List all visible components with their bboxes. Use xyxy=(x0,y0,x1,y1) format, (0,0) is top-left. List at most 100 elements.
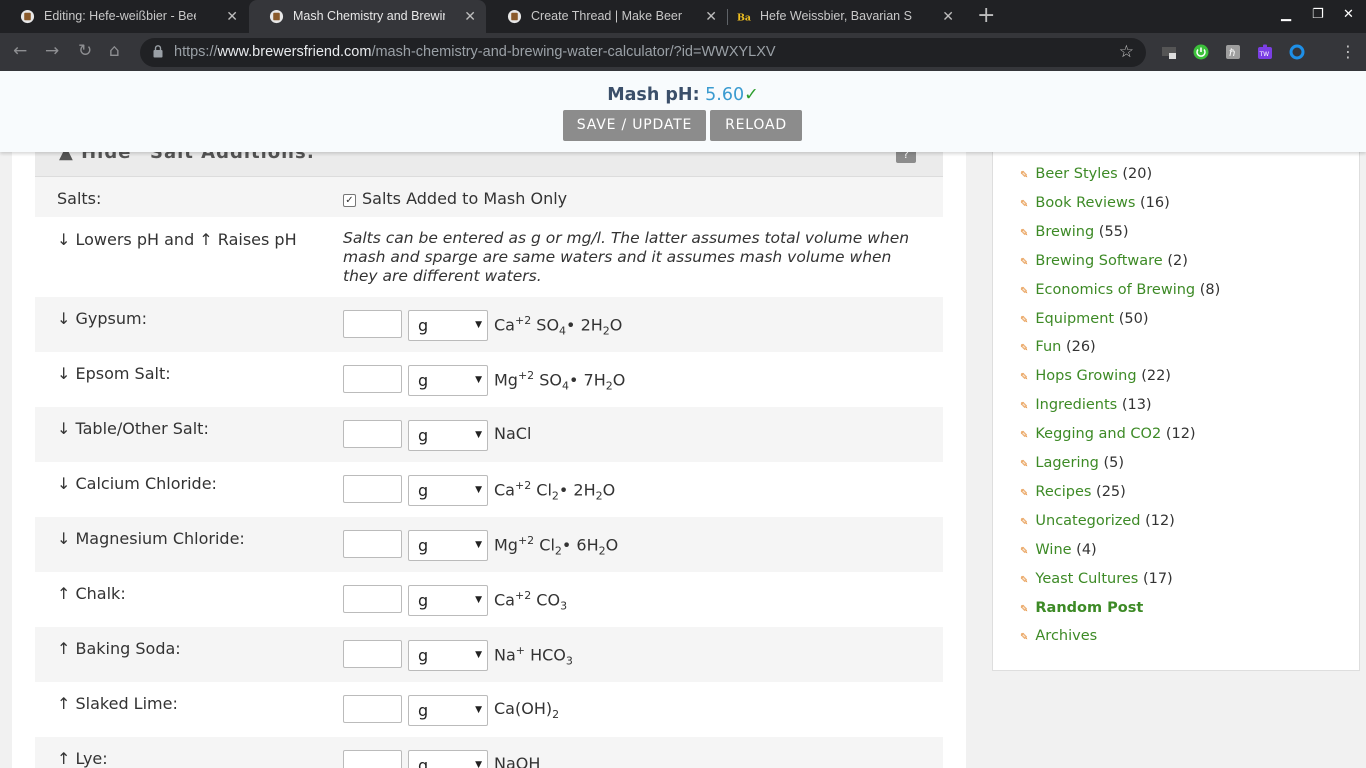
unit-select[interactable]: g ▼ xyxy=(408,750,488,768)
sidebar-category-link[interactable]: ✎ Random Post xyxy=(1020,600,1143,616)
bullet-icon: ✎ xyxy=(1020,257,1029,268)
beeradvocate-icon: Ba xyxy=(736,11,751,23)
salt-row: ↑ Baking Soda: g ▼ Na+ HCO3 xyxy=(35,627,943,682)
restore-icon[interactable]: ❐ xyxy=(1312,7,1324,22)
sidebar-category-link[interactable]: ✎ Beer Styles (20) xyxy=(1020,166,1152,182)
close-tab-icon[interactable]: ✕ xyxy=(226,0,238,32)
url-domain: www.brewersfriend.com xyxy=(217,44,372,60)
sidebar-category-link[interactable]: ✎ Archives xyxy=(1020,628,1097,644)
sidebar-category-link[interactable]: ✎ Equipment (50) xyxy=(1020,311,1148,327)
sidebar-category-link[interactable]: ✎ Book Reviews (16) xyxy=(1020,195,1170,211)
ph-direction-label: ↓ Lowers pH and ↑ Raises pH xyxy=(57,230,297,249)
sidebar-category-link[interactable]: ✎ Uncategorized (12) xyxy=(1020,513,1175,529)
formula-part: • 7H xyxy=(569,370,606,390)
close-tab-icon[interactable]: ✕ xyxy=(464,0,476,32)
category-count: (26) xyxy=(1065,339,1096,355)
formula-part: Mg xyxy=(494,370,518,390)
reload-button[interactable]: RELOAD xyxy=(710,110,802,141)
unit-select[interactable]: g ▼ xyxy=(408,585,488,616)
sidebar-category-link[interactable]: ✎ Hops Growing (22) xyxy=(1020,368,1171,384)
back-icon[interactable]: ← xyxy=(13,41,27,61)
info-row: ↓ Lowers pH and ↑ Raises pH Salts can be… xyxy=(35,217,943,297)
unit-value: g xyxy=(418,316,429,335)
salt-row: ↓ Gypsum: g ▼ Ca+2 SO4• 2H2O xyxy=(35,297,943,352)
browser-menu-icon[interactable]: ⋮ xyxy=(1340,42,1356,61)
extension-icon[interactable] xyxy=(1161,44,1177,60)
sidebar-category-link[interactable]: ✎ Lagering (5) xyxy=(1020,455,1124,471)
sidebar-category-link[interactable]: ✎ Wine (4) xyxy=(1020,542,1097,558)
category-count: (8) xyxy=(1199,282,1221,298)
sidebar-category-link[interactable]: ✎ Kegging and CO2 (12) xyxy=(1020,426,1196,442)
chemical-formula: Ca+2 Cl2• 2H2O xyxy=(494,479,615,503)
salt-label: ↓ Gypsum: xyxy=(57,309,147,328)
chemical-formula: Ca+2 CO3 xyxy=(494,589,567,613)
mash-ph-readout: Mash pH: 5.60✓ xyxy=(0,85,1366,105)
checkbox-checked-icon[interactable]: ✓ xyxy=(343,194,356,207)
check-icon: ✓ xyxy=(744,85,759,105)
category-name: Archives xyxy=(1035,628,1098,644)
tab-beeradvocate[interactable]: Ba Hefe Weissbier, Bavarian Style | Beer… xyxy=(716,0,964,33)
salt-amount-input[interactable] xyxy=(343,585,402,613)
reload-icon[interactable]: ↻ xyxy=(78,41,92,61)
sidebar-category-link[interactable]: ✎ Economics of Brewing (8) xyxy=(1020,282,1220,298)
save-update-button[interactable]: SAVE / UPDATE xyxy=(563,110,706,141)
sidebar-category-link[interactable]: ✎ Fun (26) xyxy=(1020,339,1096,355)
salt-amount-input[interactable] xyxy=(343,750,402,768)
unit-select[interactable]: g ▼ xyxy=(408,530,488,561)
unit-select[interactable]: g ▼ xyxy=(408,640,488,671)
salt-amount-input[interactable] xyxy=(343,475,402,503)
unit-select[interactable]: g ▼ xyxy=(408,475,488,506)
sidebar-category-link[interactable]: ✎ Yeast Cultures (17) xyxy=(1020,571,1173,587)
category-count: (55) xyxy=(1098,224,1129,240)
salt-amount-input[interactable] xyxy=(343,530,402,558)
close-window-icon[interactable]: ✕ xyxy=(1343,7,1354,22)
blue-ring-extension-icon[interactable] xyxy=(1289,44,1305,60)
tab-create-thread[interactable]: Create Thread | Make Beer at Home ✕ xyxy=(487,0,727,33)
salt-amount-input[interactable] xyxy=(343,310,402,338)
close-tab-icon[interactable]: ✕ xyxy=(942,0,954,32)
minimize-icon[interactable]: ▁ xyxy=(1281,7,1291,22)
grey-extension-icon[interactable]: ℏ xyxy=(1225,44,1241,60)
sidebar-category-link[interactable]: ✎ Brewing Software (2) xyxy=(1020,253,1188,269)
formula-part: + xyxy=(515,644,525,657)
salt-amount-input[interactable] xyxy=(343,365,402,393)
sidebar-category-link[interactable]: ✎ Recipes (25) xyxy=(1020,484,1126,500)
category-count: (17) xyxy=(1142,571,1173,587)
home-icon[interactable]: ⌂ xyxy=(109,41,120,61)
bullet-icon: ✎ xyxy=(1020,459,1029,470)
dropdown-caret-icon: ▼ xyxy=(475,430,482,440)
beer-icon xyxy=(20,9,35,24)
sidebar-category-link[interactable]: ✎ Ingredients (13) xyxy=(1020,397,1152,413)
mash-ph-value: 5.60 xyxy=(705,85,745,105)
sidebar-category-link[interactable]: ✎ Brewing (55) xyxy=(1020,224,1129,240)
unit-select[interactable]: g ▼ xyxy=(408,695,488,726)
tab-mash-chemistry[interactable]: Mash Chemistry and Brewing Water Calcula… xyxy=(249,0,486,33)
bookmark-star-icon[interactable]: ☆ xyxy=(1119,42,1134,62)
bullet-icon: ✎ xyxy=(1020,199,1029,210)
beer-icon xyxy=(507,9,522,24)
new-tab-button[interactable]: + xyxy=(977,3,995,28)
address-bar[interactable]: https://www.brewersfriend.com/mash-chemi… xyxy=(140,38,1146,67)
salt-amount-input[interactable] xyxy=(343,695,402,723)
unit-value: g xyxy=(418,536,429,555)
formula-part: Ca(OH) xyxy=(494,699,553,718)
category-name: Equipment xyxy=(1035,311,1115,327)
salt-amount-input[interactable] xyxy=(343,640,402,668)
unit-select[interactable]: g ▼ xyxy=(408,420,488,451)
power-extension-icon[interactable] xyxy=(1193,44,1209,60)
tab-title: Mash Chemistry and Brewing Water Calcula… xyxy=(293,9,445,23)
category-count: (16) xyxy=(1140,195,1170,211)
category-count: (20) xyxy=(1122,166,1153,182)
category-count: (5) xyxy=(1103,455,1125,471)
salt-amount-input[interactable] xyxy=(343,420,402,448)
svg-text:ℏ: ℏ xyxy=(1229,48,1235,59)
unit-select[interactable]: g ▼ xyxy=(408,310,488,341)
forward-icon[interactable]: → xyxy=(45,41,59,61)
puzzle-extension-icon[interactable]: TW xyxy=(1257,44,1273,60)
salt-row: ↓ Calcium Chloride: g ▼ Ca+2 Cl2• 2H2O xyxy=(35,462,943,517)
unit-select[interactable]: g ▼ xyxy=(408,365,488,396)
tab-editing-recipe[interactable]: Editing: Hefe-weißbier - Beer Recipe ✕ xyxy=(0,0,248,33)
salts-mash-only-checkbox[interactable]: ✓ Salts Added to Mash Only xyxy=(343,189,567,208)
chemical-formula: Ca(OH)2 xyxy=(494,699,559,721)
dropdown-caret-icon: ▼ xyxy=(475,540,482,550)
